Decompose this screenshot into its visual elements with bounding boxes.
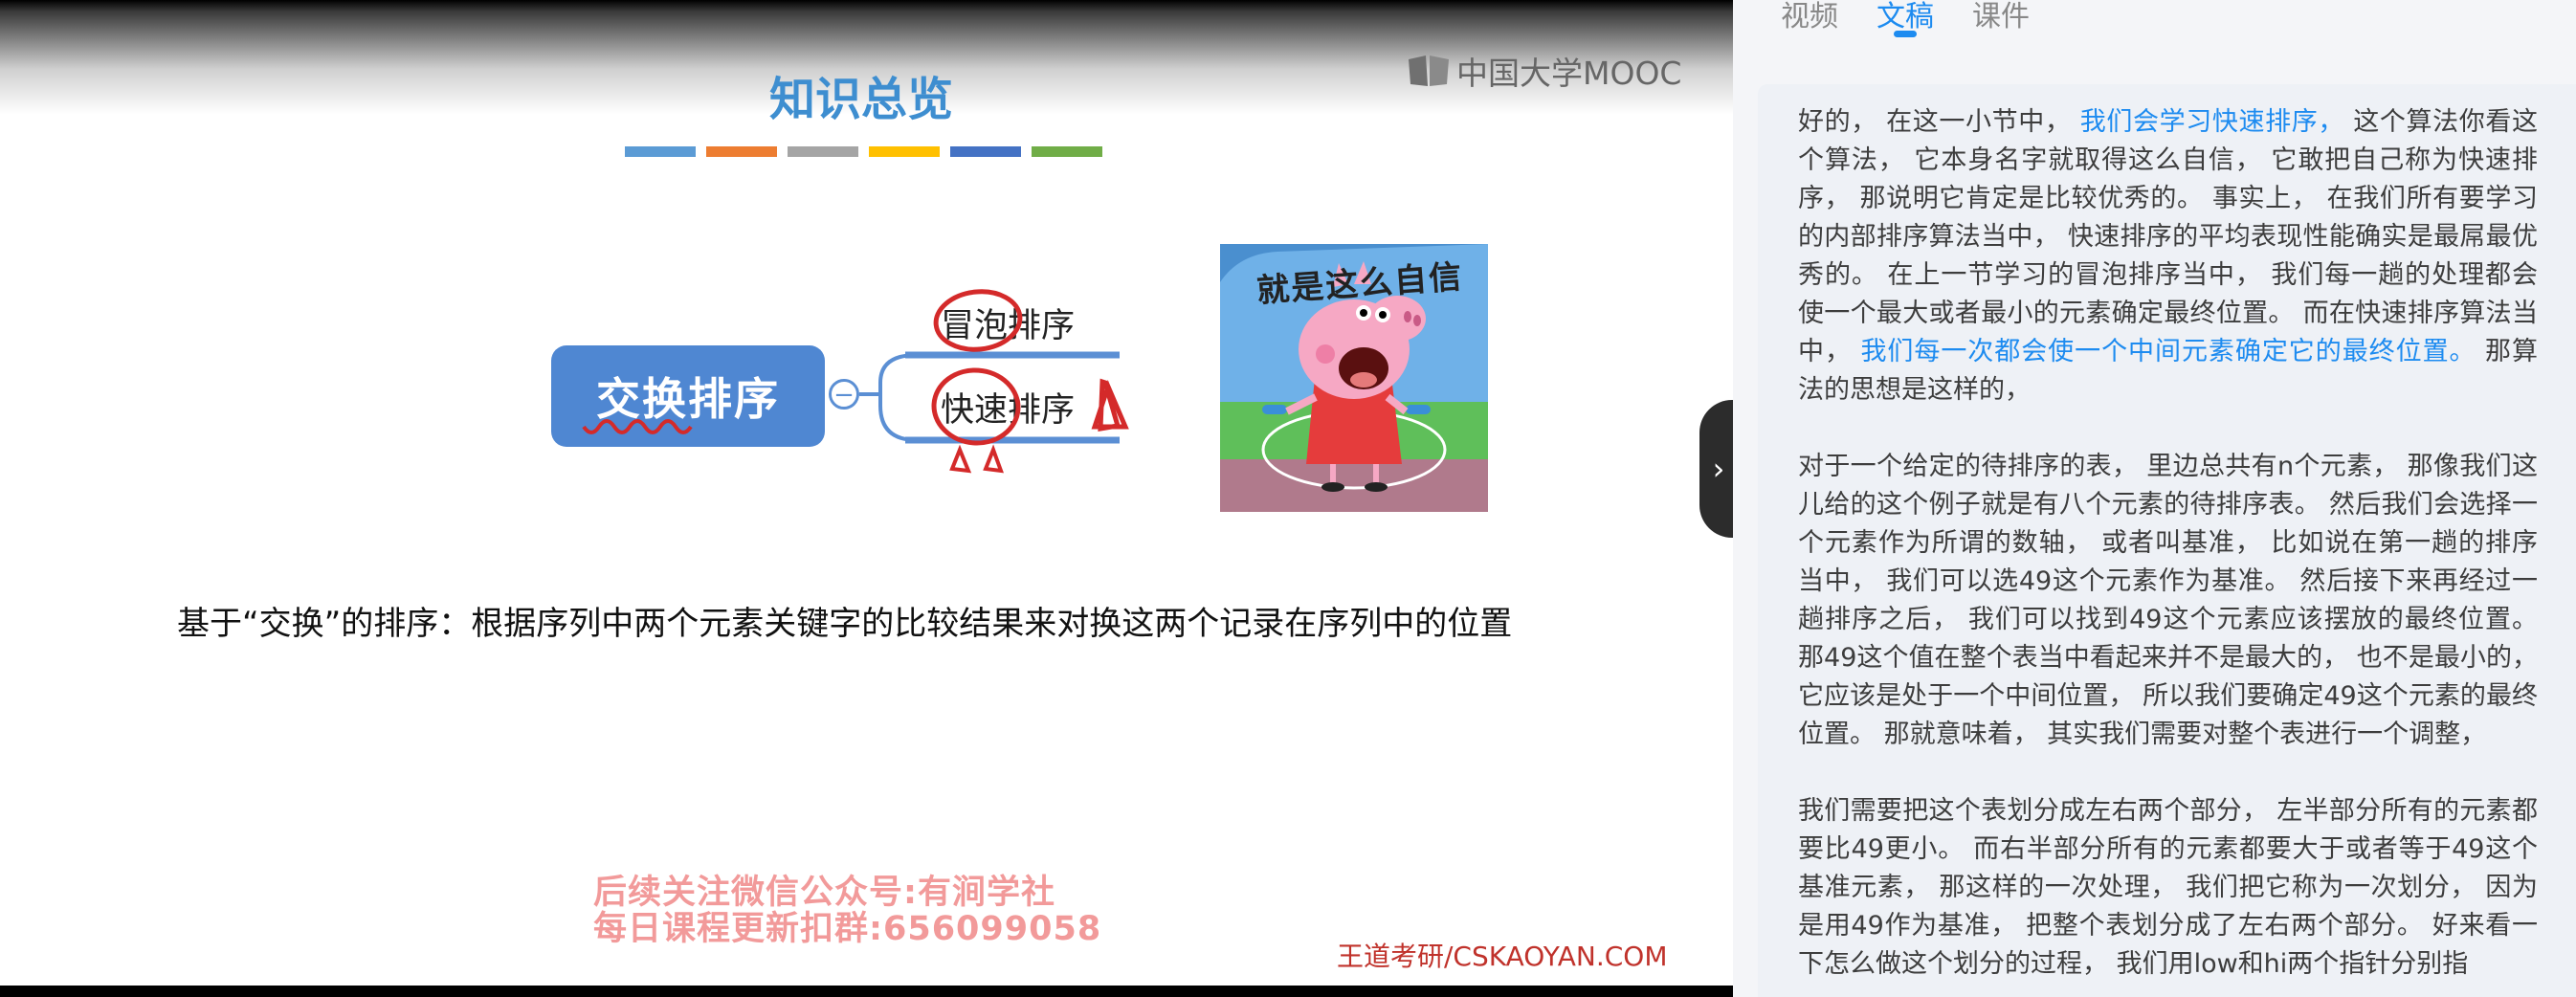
title-strip-3: [869, 146, 940, 157]
transcript-text: 我们需要把这个表划分成左右两个部分， 左半部分所有的元素都要比49更小。 而右半…: [1798, 796, 2538, 979]
slide-description: 基于“交换”的排序：根据序列中两个元素关键字的比较结果来对换这两个记录在序列中的…: [177, 605, 1513, 643]
title-strip-5: [1032, 146, 1102, 157]
transcript-text: 这个算法你看这个算法， 它本身名字就取得这么自信， 它敢把自己称为快速排序， 那…: [1798, 107, 2538, 366]
panel-tabs: 视频 文稿 课件: [1781, 0, 2068, 57]
transcript-highlight[interactable]: 我们每一次都会使一个中间元素确定它的最终位置。: [1860, 337, 2476, 366]
tab-courseware[interactable]: 课件: [1972, 0, 2030, 57]
transcript-text: 对于一个给定的待排序的表， 里边总共有n个元素， 那像我们这儿给的这个例子就是有…: [1798, 452, 2538, 749]
transcript-area[interactable]: 好的， 在这一小节中， 我们会学习快速排序， 这个算法你看这个算法， 它本身名字…: [1758, 84, 2576, 997]
panel-toggle-button[interactable]: ›: [1699, 400, 1738, 538]
side-panel: 视频 文稿 课件 好的， 在这一小节中， 我们会学习快速排序， 这个算法你看这个…: [1733, 0, 2576, 997]
transcript-content: 好的， 在这一小节中， 我们会学习快速排序， 这个算法你看这个算法， 它本身名字…: [1758, 84, 2576, 984]
mindmap-collapse-icon: −: [829, 379, 859, 410]
peppa-meme-image: 就是这么自信: [1220, 244, 1488, 512]
transcript-highlight[interactable]: 我们会学习快速排序，: [2080, 107, 2344, 137]
transcript-text: 好的， 在这一小节中，: [1798, 107, 2080, 137]
title-strip-4: [950, 146, 1021, 157]
transcript-paragraph: 好的， 在这一小节中， 我们会学习快速排序， 这个算法你看这个算法， 它本身名字…: [1758, 103, 2576, 410]
mindmap-child-quick-sort: 快速排序: [941, 391, 1076, 430]
tab-video[interactable]: 视频: [1781, 0, 1838, 57]
title-color-strips: [625, 146, 1102, 157]
video-player[interactable]: 中国大学MOOC 知识总览 交换排序 − 冒泡排序 快速排序 就是这么自信 基于…: [0, 0, 1733, 997]
mindmap-child-bubble-sort: 冒泡排序: [941, 307, 1076, 345]
tab-transcript[interactable]: 文稿: [1876, 0, 1934, 57]
video-bottom-bar: [0, 986, 1733, 997]
title-strip-1: [706, 146, 777, 157]
title-strip-0: [625, 146, 696, 157]
transcript-paragraph: 对于一个给定的待排序的表， 里边总共有n个元素， 那像我们这儿给的这个例子就是有…: [1758, 448, 2576, 754]
mindmap-root-node: 交换排序: [551, 345, 825, 447]
title-strip-2: [788, 146, 858, 157]
transcript-paragraph: 我们需要把这个表划分成左右两个部分， 左半部分所有的元素都要比49更小。 而右半…: [1758, 792, 2576, 984]
watermark-corner: 王道考研/CSKAOYAN.COM: [1337, 941, 1668, 972]
chevron-right-icon: ›: [1712, 451, 1725, 487]
watermark-line-2: 每日课程更新扣群:656099058: [593, 910, 1102, 948]
slide-title: 知识总览: [768, 73, 953, 126]
mindmap-root-label: 交换排序: [596, 373, 780, 425]
